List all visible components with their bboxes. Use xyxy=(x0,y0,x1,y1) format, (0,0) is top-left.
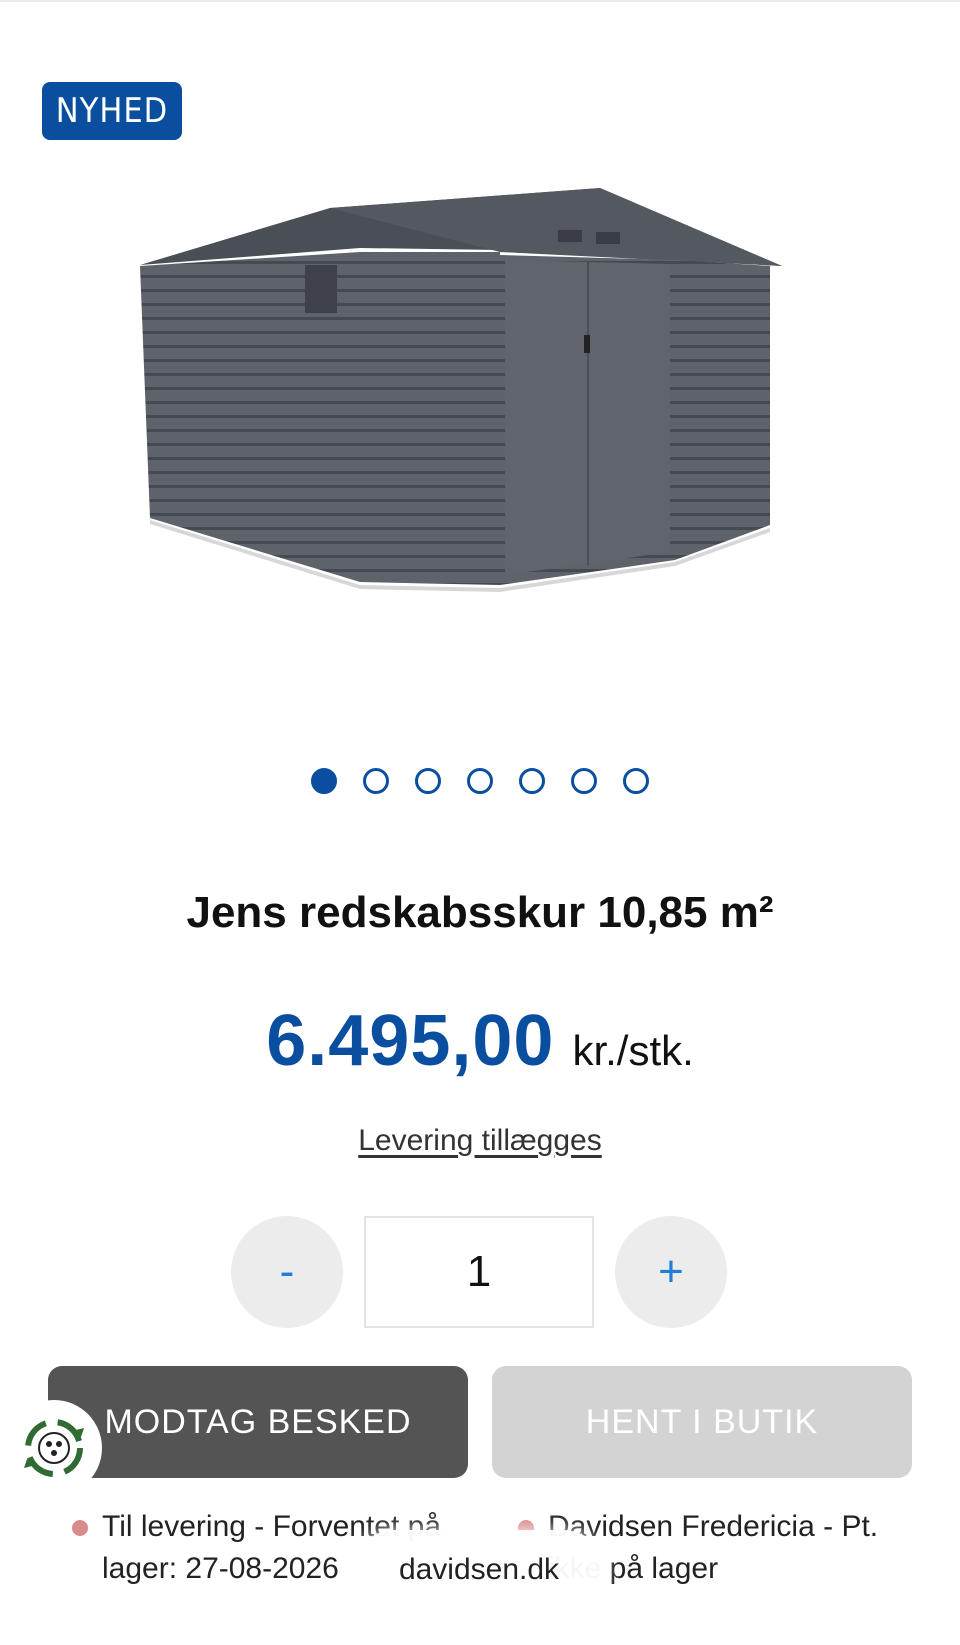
top-divider xyxy=(0,0,960,2)
product-price: 6.495,00 xyxy=(266,1001,555,1081)
gallery-dot-7[interactable] xyxy=(623,768,649,794)
status-dot xyxy=(72,1520,88,1536)
store-availability-text: Davidsen Fredericia - Pt. ikke på lager xyxy=(548,1510,879,1585)
gallery-pagination xyxy=(0,768,960,802)
gallery-dot-1[interactable] xyxy=(311,768,337,794)
pickup-in-store-button[interactable]: HENT I BUTIK xyxy=(492,1366,912,1478)
gallery-dot-3[interactable] xyxy=(415,768,441,794)
quantity-increase-button[interactable]: + xyxy=(615,1216,727,1328)
price-row: 6.495,00 kr./stk. xyxy=(0,1000,960,1082)
recycle-leaf-icon[interactable] xyxy=(6,1400,102,1496)
new-badge: NYHED xyxy=(42,82,182,140)
product-image-shed[interactable] xyxy=(130,180,830,630)
gallery-dot-2[interactable] xyxy=(363,768,389,794)
gallery-dot-4[interactable] xyxy=(467,768,493,794)
quantity-input[interactable]: 1 xyxy=(364,1216,594,1328)
gallery-dot-6[interactable] xyxy=(571,768,597,794)
product-title: Jens redskabsskur 10,85 m² xyxy=(186,888,774,937)
price-unit: kr./stk. xyxy=(572,1027,694,1074)
delivery-cost-link[interactable]: Levering tillægges xyxy=(0,1124,960,1158)
quantity-decrease-button[interactable]: - xyxy=(231,1216,343,1328)
notify-me-button[interactable]: MODTAG BESKED xyxy=(48,1366,468,1478)
gallery-dot-5[interactable] xyxy=(519,768,545,794)
browser-url-bar[interactable]: davidsen.dk xyxy=(354,1530,604,1610)
